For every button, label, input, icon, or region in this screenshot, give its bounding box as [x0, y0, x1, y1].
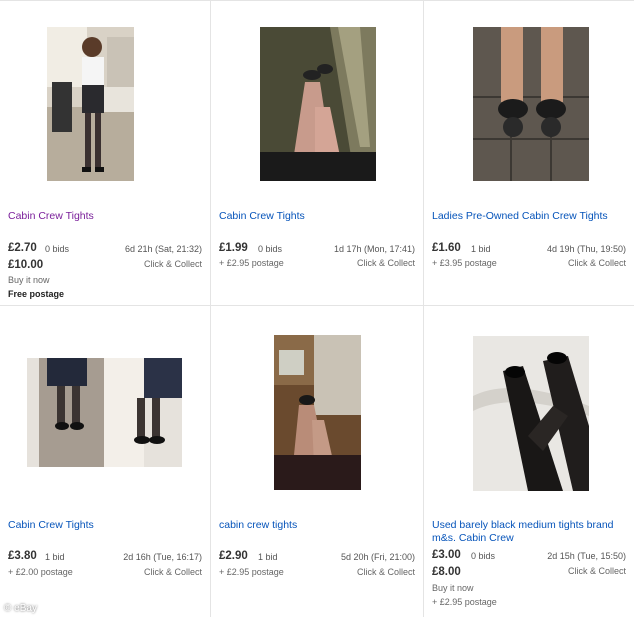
- listing-card: cabin crew tights £2.90 1 bid 5d 20h (Fr…: [211, 306, 424, 617]
- bid-count: 0 bids: [45, 244, 70, 254]
- listing-thumbnail[interactable]: [27, 358, 182, 467]
- bid-count: 1 bid: [258, 552, 278, 562]
- listing-title-link[interactable]: Cabin Crew Tights: [219, 210, 417, 223]
- listing-thumbnail[interactable]: [47, 27, 134, 181]
- buy-now-label: Buy it now: [8, 275, 50, 285]
- buy-now-price: £8.00: [432, 566, 461, 578]
- buy-now-price: £10.00: [8, 259, 44, 271]
- listing-thumbnail[interactable]: [274, 335, 361, 490]
- bid-count: 1 bid: [471, 244, 491, 254]
- postage: + £2.00 postage: [8, 567, 73, 577]
- postage: Free postage: [8, 289, 65, 299]
- listing-grid: Cabin Crew Tights £2.70 0 bids 6d 21h (S…: [0, 0, 634, 617]
- time-left: 6d 21h (Sat, 21:32): [124, 244, 202, 254]
- listing-title-link[interactable]: Cabin Crew Tights: [8, 519, 204, 532]
- current-price: £2.90: [219, 550, 248, 562]
- click-collect: Click & Collect: [143, 259, 202, 269]
- click-collect: Click & Collect: [567, 258, 626, 268]
- current-price: £3.80: [8, 550, 37, 562]
- time-left: 4d 19h (Thu, 19:50): [546, 244, 626, 254]
- current-price: £3.00: [432, 549, 461, 561]
- listing-title-link[interactable]: cabin crew tights: [219, 519, 417, 532]
- click-collect: Click & Collect: [356, 567, 415, 577]
- time-left: 5d 20h (Fri, 21:00): [340, 552, 415, 562]
- click-collect: Click & Collect: [356, 258, 415, 268]
- buy-now-label: Buy it now: [432, 583, 474, 593]
- listing-card: Cabin Crew Tights £2.70 0 bids 6d 21h (S…: [0, 1, 211, 306]
- listing-card: Used barely black medium tights brand m&…: [424, 306, 634, 617]
- postage: + £2.95 postage: [219, 258, 284, 268]
- bid-count: 0 bids: [471, 551, 496, 561]
- listing-thumbnail[interactable]: [260, 27, 376, 181]
- time-left: 2d 16h (Tue, 16:17): [123, 552, 202, 562]
- listing-title-link[interactable]: Cabin Crew Tights: [8, 210, 204, 223]
- listing-thumbnail[interactable]: [473, 336, 589, 491]
- click-collect: Click & Collect: [567, 566, 626, 576]
- ebay-watermark: © eBay: [4, 603, 37, 614]
- listing-title-link[interactable]: Ladies Pre-Owned Cabin Crew Tights: [432, 210, 628, 223]
- bid-count: 1 bid: [45, 552, 65, 562]
- postage: + £3.95 postage: [432, 258, 497, 268]
- listing-card: Ladies Pre-Owned Cabin Crew Tights £1.60…: [424, 1, 634, 306]
- listing-card: Cabin Crew Tights £3.80 1 bid 2d 16h (Tu…: [0, 306, 211, 617]
- current-price: £1.60: [432, 242, 461, 254]
- current-price: £2.70: [8, 242, 37, 254]
- time-left: 2d 15h (Tue, 15:50): [547, 551, 626, 561]
- bid-count: 0 bids: [258, 244, 283, 254]
- listing-title-link[interactable]: Used barely black medium tights brand m&…: [432, 519, 628, 545]
- listing-thumbnail[interactable]: [473, 27, 589, 181]
- listing-card: Cabin Crew Tights £1.99 0 bids 1d 17h (M…: [211, 1, 424, 306]
- postage: + £2.95 postage: [432, 597, 497, 607]
- click-collect: Click & Collect: [143, 567, 202, 577]
- current-price: £1.99: [219, 242, 248, 254]
- time-left: 1d 17h (Mon, 17:41): [333, 244, 415, 254]
- postage: + £2.95 postage: [219, 567, 284, 577]
